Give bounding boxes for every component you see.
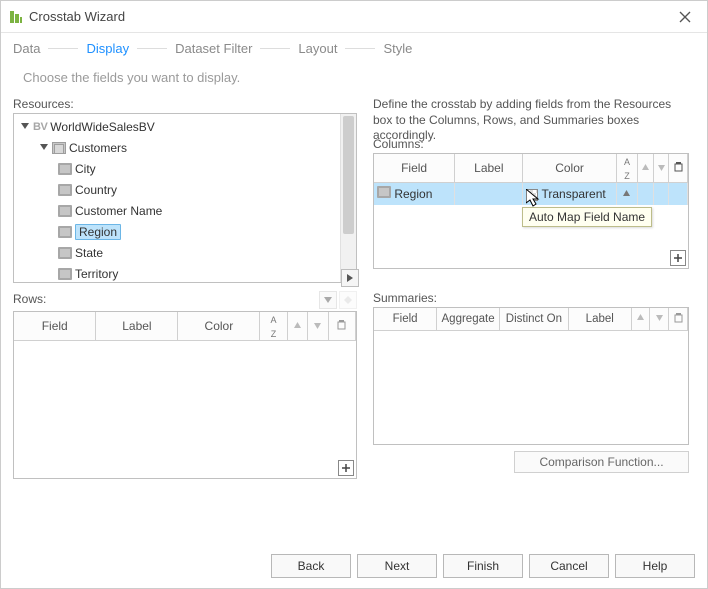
window-title: Crosstab Wizard — [29, 9, 671, 24]
remove-button[interactable] — [339, 291, 357, 309]
scrollbar-thumb[interactable] — [343, 116, 354, 234]
columns-grid[interactable]: Field Label Color AZ Region Transparent — [373, 153, 689, 269]
rows-header-label[interactable]: Label — [96, 312, 178, 341]
columns-row-color: Transparent — [541, 187, 605, 201]
columns-label: Columns: — [373, 137, 689, 151]
trash-icon[interactable] — [328, 312, 355, 341]
add-row-button[interactable] — [338, 460, 354, 476]
tree-group[interactable]: Customers — [14, 137, 356, 158]
summaries-header-label[interactable]: Label — [568, 308, 631, 330]
resources-tree[interactable]: BV WorldWideSalesBV Customers City Count… — [13, 113, 357, 283]
step-display[interactable]: Display — [86, 41, 129, 56]
field-icon — [377, 186, 391, 198]
columns-row-field: Region — [394, 187, 432, 201]
up-arrow-icon[interactable] — [622, 189, 631, 198]
bv-icon: BV — [33, 121, 47, 133]
summaries-header-distinct[interactable]: Distinct On — [499, 308, 568, 330]
finish-button[interactable]: Finish — [443, 554, 523, 578]
tree-group-label: Customers — [69, 141, 127, 155]
caret-down-icon[interactable] — [20, 122, 30, 132]
down-arrow-icon[interactable] — [308, 312, 328, 341]
help-button[interactable]: Help — [615, 554, 695, 578]
columns-header-color[interactable]: Color — [523, 154, 616, 183]
page-subtitle: Choose the fields you want to display. — [1, 64, 707, 97]
button-bar: Back Next Finish Cancel Help — [271, 554, 695, 578]
rows-header-field[interactable]: Field — [14, 312, 96, 341]
scrollbar[interactable] — [340, 114, 356, 282]
summaries-header-field[interactable]: Field — [374, 308, 437, 330]
field-icon — [58, 184, 72, 196]
tree-field[interactable]: City — [14, 158, 356, 179]
cancel-button[interactable]: Cancel — [529, 554, 609, 578]
trash-icon[interactable] — [669, 154, 688, 183]
step-style[interactable]: Style — [383, 41, 412, 56]
wizard-steps: Data Display Dataset Filter Layout Style — [1, 33, 707, 64]
move-right-button[interactable] — [341, 269, 359, 287]
columns-header-label[interactable]: Label — [455, 154, 523, 183]
field-icon — [58, 226, 72, 238]
up-arrow-icon[interactable] — [287, 312, 307, 341]
tree-field-selected: Region — [75, 224, 121, 240]
rows-label: Rows: — [13, 292, 46, 306]
color-swatch-icon[interactable] — [526, 189, 538, 201]
table-icon — [52, 142, 66, 154]
tree-field[interactable]: Region — [14, 221, 356, 242]
back-button[interactable]: Back — [271, 554, 351, 578]
up-arrow-icon[interactable] — [638, 154, 654, 183]
close-button[interactable] — [671, 3, 699, 31]
step-layout[interactable]: Layout — [298, 41, 337, 56]
field-icon — [58, 268, 72, 280]
up-arrow-icon[interactable] — [631, 308, 650, 330]
tree-field[interactable]: Territory — [14, 263, 356, 283]
resources-label: Resources: — [13, 97, 357, 111]
summaries-label: Summaries: — [373, 291, 689, 305]
comparison-function-button[interactable]: Comparison Function... — [514, 451, 689, 473]
sort-icon[interactable]: AZ — [616, 154, 638, 183]
caret-down-icon[interactable] — [39, 143, 49, 153]
move-down-button[interactable] — [319, 291, 337, 309]
summaries-header-aggregate[interactable]: Aggregate — [437, 308, 500, 330]
app-icon — [9, 10, 23, 24]
next-button[interactable]: Next — [357, 554, 437, 578]
down-arrow-icon[interactable] — [650, 308, 669, 330]
tree-field[interactable]: Customer Name — [14, 200, 356, 221]
down-arrow-icon[interactable] — [653, 154, 669, 183]
rows-grid[interactable]: Field Label Color AZ — [13, 311, 357, 479]
trash-icon[interactable] — [669, 308, 688, 330]
title-bar: Crosstab Wizard — [1, 1, 707, 33]
summaries-grid[interactable]: Field Aggregate Distinct On Label — [373, 307, 689, 445]
rows-header-color[interactable]: Color — [178, 312, 260, 341]
tree-field[interactable]: State — [14, 242, 356, 263]
columns-row[interactable]: Region Transparent — [374, 183, 688, 205]
tree-root-label: WorldWideSalesBV — [50, 120, 154, 134]
tree-field[interactable]: Country — [14, 179, 356, 200]
sort-icon[interactable]: AZ — [260, 312, 287, 341]
field-icon — [58, 247, 72, 259]
field-icon — [58, 163, 72, 175]
step-dataset-filter[interactable]: Dataset Filter — [175, 41, 252, 56]
field-icon — [58, 205, 72, 217]
columns-header-field[interactable]: Field — [374, 154, 455, 183]
tooltip: Auto Map Field Name — [522, 207, 652, 227]
add-column-button[interactable] — [670, 250, 686, 266]
tree-root[interactable]: BV WorldWideSalesBV — [14, 116, 356, 137]
step-data[interactable]: Data — [13, 41, 40, 56]
